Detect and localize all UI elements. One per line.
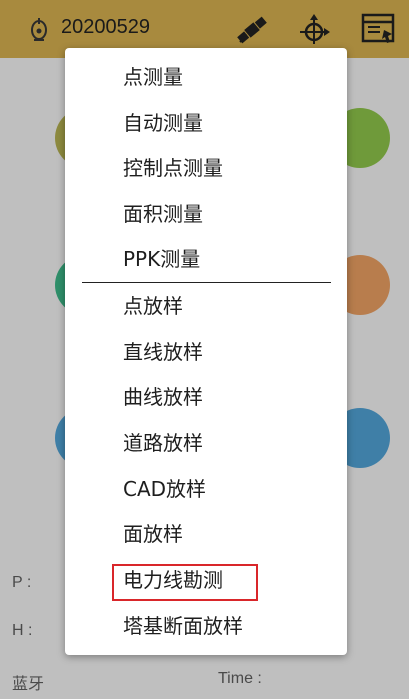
menu-item-ppk-survey[interactable]: PPK测量 (123, 247, 200, 271)
menu-item-point-survey[interactable]: 点测量 (123, 65, 183, 89)
menu-item-surface-stakeout[interactable]: 面放样 (123, 522, 183, 546)
menu-item-power-line-survey[interactable]: 电力线勘测 (123, 568, 223, 592)
menu-item-control-point-survey[interactable]: 控制点测量 (123, 156, 223, 180)
logo-icon (28, 14, 50, 44)
menu-item-tower-section-stakeout[interactable]: 塔基断面放样 (123, 614, 243, 638)
menu-item-area-survey[interactable]: 面积测量 (123, 202, 203, 226)
bluetooth-label: 蓝牙 (12, 676, 45, 693)
project-title: 20200529 (61, 16, 150, 38)
measurement-menu: 点测量 自动测量 控制点测量 面积测量 PPK测量 点放样 直线放样 曲线放样 … (65, 48, 347, 655)
target-icon[interactable] (296, 12, 332, 48)
menu-item-point-stakeout[interactable]: 点放样 (123, 294, 183, 318)
time-label: Time : (218, 670, 262, 687)
satellite-icon[interactable] (234, 12, 270, 48)
menu-divider (82, 282, 331, 283)
menu-item-road-stakeout[interactable]: 道路放样 (123, 431, 203, 455)
panel-icon[interactable] (360, 12, 396, 48)
p-label: P : (12, 574, 32, 591)
menu-item-auto-survey[interactable]: 自动测量 (123, 111, 203, 135)
menu-item-line-stakeout[interactable]: 直线放样 (123, 340, 203, 364)
menu-item-curve-stakeout[interactable]: 曲线放样 (123, 385, 203, 409)
h-label: H : (12, 622, 33, 639)
menu-item-cad-stakeout[interactable]: CAD放样 (123, 477, 206, 501)
